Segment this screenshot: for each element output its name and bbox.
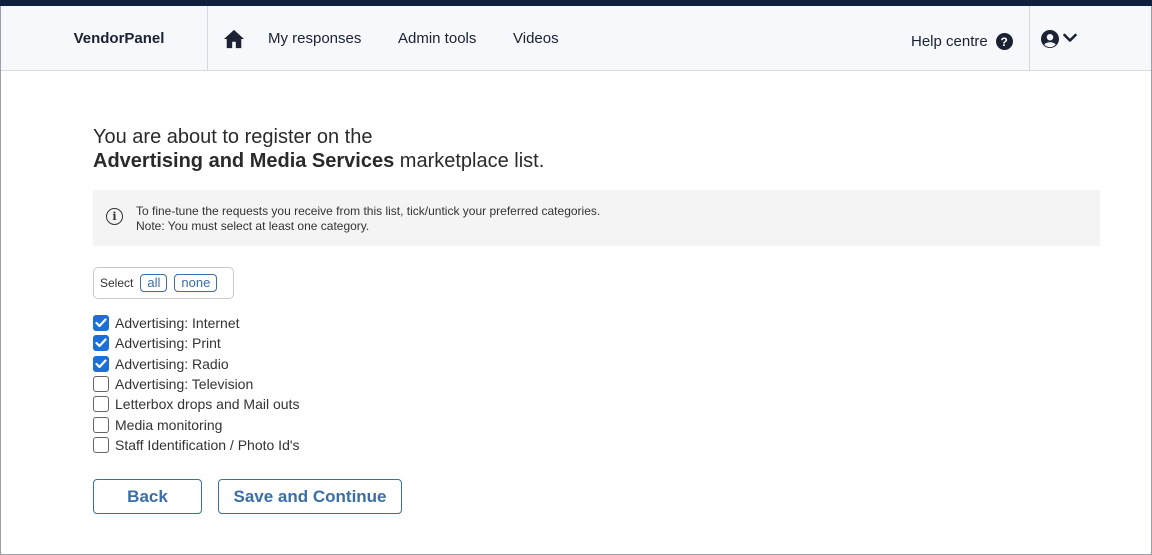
category-checkbox[interactable]: [93, 436, 109, 453]
category-item[interactable]: Staff Identification / Photo Id's: [93, 435, 300, 455]
category-label: Letterbox drops and Mail outs: [115, 396, 300, 413]
category-checkbox[interactable]: [93, 396, 109, 413]
save-and-continue-button[interactable]: Save and Continue: [218, 479, 402, 514]
info-box: i To fine-tune the requests you receive …: [93, 190, 1100, 246]
home-icon[interactable]: [223, 29, 245, 49]
help-centre-link[interactable]: Help centre ?: [911, 33, 1013, 50]
category-label: Advertising: Print: [115, 335, 221, 352]
checkmark-icon: [95, 338, 107, 348]
category-checkbox[interactable]: [93, 315, 109, 332]
chevron-down-icon: [1063, 33, 1077, 42]
category-checkbox[interactable]: [93, 416, 109, 433]
info-line-2: Note: You must select at least one categ…: [136, 219, 370, 233]
category-item[interactable]: Advertising: Television: [93, 374, 300, 394]
marketplace-name: Advertising and Media Services: [93, 150, 395, 172]
user-menu[interactable]: [1029, 6, 1151, 70]
info-line-1: To fine-tune the requests you receive fr…: [136, 204, 601, 218]
back-button[interactable]: Back: [93, 479, 202, 514]
brand-logo[interactable]: VendorPanel: [1, 6, 208, 70]
heading-suffix: marketplace list.: [394, 150, 545, 172]
category-item[interactable]: Letterbox drops and Mail outs: [93, 394, 300, 414]
select-none-button[interactable]: none: [174, 274, 218, 292]
select-toggle-group: Select all none: [93, 267, 234, 299]
select-label: Select: [100, 276, 134, 290]
category-item[interactable]: Advertising: Internet: [93, 313, 300, 333]
page-heading-line1: You are about to register on the: [93, 126, 373, 148]
select-all-button[interactable]: all: [140, 274, 168, 292]
category-checkbox[interactable]: [93, 376, 109, 393]
info-text: To fine-tune the requests you receive fr…: [136, 204, 600, 234]
category-label: Advertising: Internet: [115, 315, 240, 332]
checkmark-icon: [95, 318, 107, 328]
category-item[interactable]: Advertising: Radio: [93, 354, 300, 374]
category-checkbox[interactable]: [93, 355, 109, 372]
page-heading-line2: Advertising and Media Services marketpla…: [93, 150, 544, 173]
category-item[interactable]: Media monitoring: [93, 414, 300, 434]
question-circle-icon: ?: [995, 33, 1013, 50]
nav-admin-tools[interactable]: Admin tools: [398, 30, 476, 47]
top-navbar: VendorPanel My responses Admin tools Vid…: [1, 6, 1151, 71]
nav-videos[interactable]: Videos: [513, 30, 559, 47]
category-label: Media monitoring: [115, 416, 223, 433]
category-label: Advertising: Television: [115, 376, 254, 393]
category-item[interactable]: Advertising: Print: [93, 333, 300, 353]
category-checkbox[interactable]: [93, 335, 109, 352]
nav-my-responses[interactable]: My responses: [268, 30, 361, 47]
category-label: Staff Identification / Photo Id's: [115, 436, 300, 453]
user-circle-icon: [1041, 30, 1059, 48]
checkmark-icon: [95, 359, 107, 368]
category-list: Advertising: Internet Advertising: Print A…: [93, 313, 300, 455]
help-centre-label: Help centre: [911, 33, 988, 50]
category-label: Advertising: Radio: [115, 355, 229, 372]
info-icon: i: [106, 208, 123, 225]
